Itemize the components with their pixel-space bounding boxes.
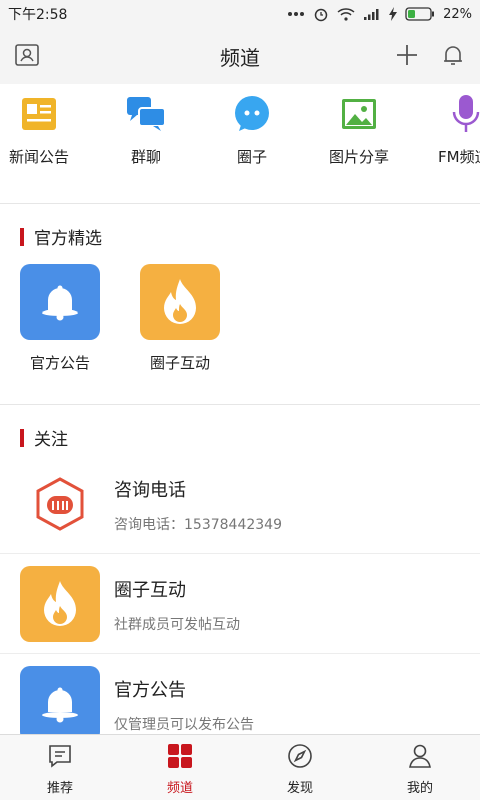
notification-bell-icon[interactable] [440,42,466,72]
status-bar: 下午2:58 22% [0,0,480,28]
tab-recommend[interactable]: 推荐 [0,735,120,800]
divider [0,203,480,204]
divider [0,404,480,405]
circle-chat-icon [232,94,272,134]
item-name: 官方公告 [114,680,186,701]
page-title: 频道 [220,45,260,70]
bottom-tab-bar: 推荐 频道 发现 我的 [0,734,480,800]
section-title-featured: 官方精选 [20,224,102,249]
recommend-icon [47,743,73,773]
list-item[interactable]: 圈子互动 社群成员可发帖互动 [0,554,480,654]
news-icon [19,94,59,134]
channel-image-share[interactable]: 图片分享 [309,84,409,167]
section-title-text: 官方精选 [34,229,102,249]
channel-label: 群聊 [130,148,161,166]
battery-icon [405,7,435,21]
hexagon-logo-icon [20,466,100,542]
status-icons: 22% [287,6,472,22]
channel-grid-icon [167,743,193,773]
item-name: 咨询电话 [114,480,186,501]
channel-strip: 新闻公告 群聊 圈子 图片分享 FM频道 [0,84,480,202]
battery-percent: 22% [443,6,472,22]
channel-fm[interactable]: FM频道 [416,84,480,167]
channel-circle[interactable]: 圈子 [202,84,302,167]
item-desc: 咨询电话：15378442349 [114,517,282,533]
more-dots-icon [287,11,305,17]
tab-label: 我的 [406,781,433,796]
compass-icon [287,743,313,773]
featured-item-interaction[interactable]: 圈子互动 [140,264,220,373]
channel-label: 图片分享 [328,148,389,166]
tab-label: 发现 [286,781,313,796]
channel-label: 新闻公告 [8,148,69,166]
microphone-icon [446,94,480,134]
charging-icon [389,7,398,21]
section-marker [20,227,24,246]
bell-icon [20,666,100,742]
status-time: 下午2:58 [8,7,68,23]
item-desc: 仅管理员可以发布公告 [114,717,254,733]
contact-card-icon[interactable] [14,42,40,72]
featured-label: 圈子互动 [149,354,210,372]
flame-icon [140,264,220,340]
channel-group-chat[interactable]: 群聊 [96,84,196,167]
image-icon [339,94,379,134]
wifi-icon [337,7,355,21]
app-bar: 频道 [0,28,480,84]
list-item[interactable]: 咨询电话 咨询电话：15378442349 [0,454,480,554]
tab-label: 推荐 [46,781,73,796]
section-marker [20,428,24,447]
bell-icon [20,264,100,340]
featured-item-announcement[interactable]: 官方公告 [20,264,100,373]
featured-label: 官方公告 [29,354,90,372]
item-name: 圈子互动 [114,580,186,601]
tab-label: 频道 [166,781,193,796]
item-desc: 社群成员可发帖互动 [114,617,240,633]
tab-channel[interactable]: 频道 [120,735,240,800]
channel-news[interactable]: 新闻公告 [0,84,89,167]
section-title-follow: 关注 [20,425,68,450]
signal-icon [363,7,381,21]
channel-label: 圈子 [236,148,267,166]
group-chat-icon [126,94,166,134]
flame-icon [20,566,100,642]
channel-label: FM频道 [438,148,480,166]
section-title-text: 关注 [34,430,68,450]
profile-icon [407,743,433,773]
add-icon[interactable] [394,42,420,72]
tab-profile[interactable]: 我的 [360,735,480,800]
tab-discover[interactable]: 发现 [240,735,360,800]
alarm-icon [313,6,329,22]
